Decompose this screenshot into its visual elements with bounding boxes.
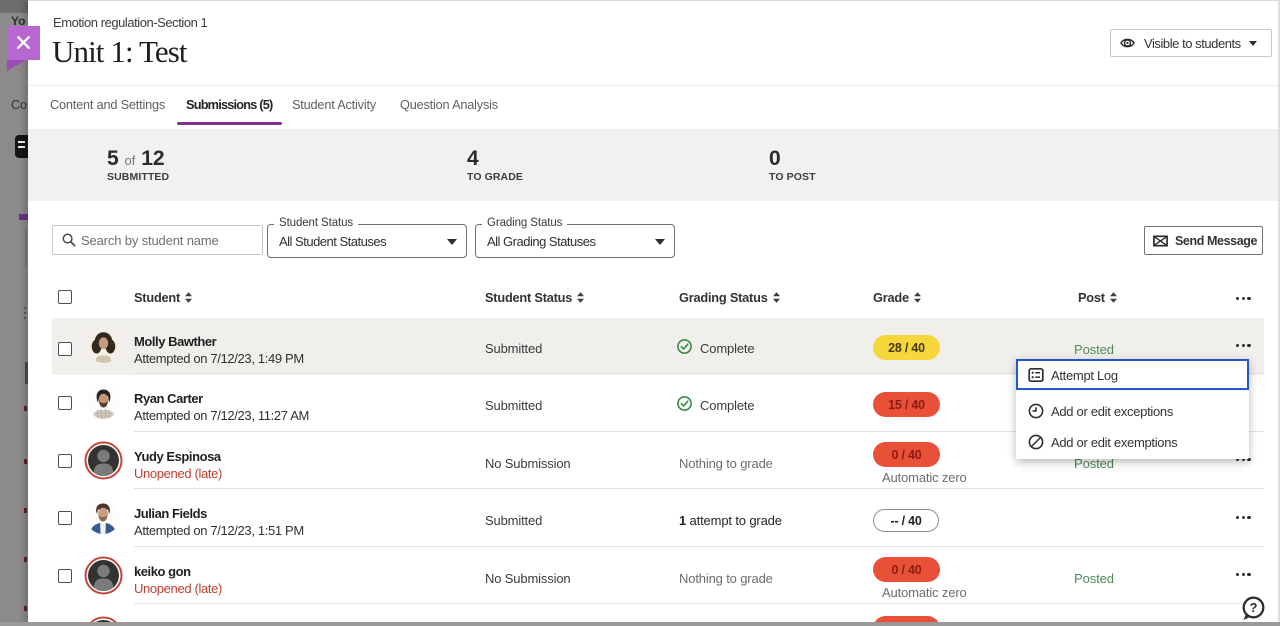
svg-text:?: ? bbox=[1250, 600, 1258, 615]
